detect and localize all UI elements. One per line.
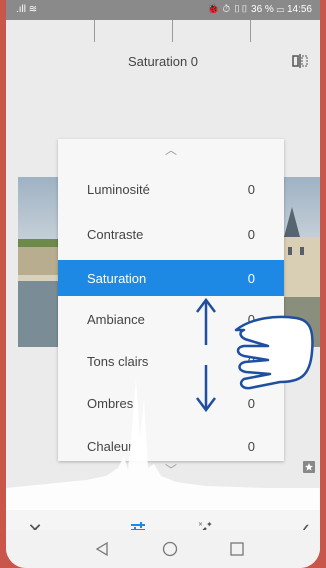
menu-item-value: 0 bbox=[247, 227, 255, 242]
bookmark-star-icon[interactable] bbox=[302, 460, 316, 474]
editor-screen: Saturation 0 ︿ Luminosité 0 Contraste 0 … bbox=[6, 20, 320, 550]
menu-item-label: Luminosité bbox=[87, 182, 150, 197]
crop-guide-line bbox=[94, 20, 95, 42]
system-navigation-bar bbox=[6, 530, 320, 568]
histogram bbox=[6, 378, 320, 518]
menu-item-contraste[interactable]: Contraste 0 bbox=[58, 216, 284, 252]
recents-square-icon[interactable] bbox=[228, 540, 246, 558]
home-circle-icon[interactable] bbox=[161, 540, 179, 558]
crop-guide-line bbox=[250, 20, 251, 42]
back-triangle-icon[interactable] bbox=[93, 540, 111, 558]
compare-split-icon[interactable] bbox=[292, 54, 308, 68]
adjustment-title: Saturation 0 bbox=[127, 54, 199, 69]
menu-item-value: 0 bbox=[247, 182, 255, 197]
menu-item-label: Saturation bbox=[87, 271, 147, 286]
signal-wifi-indicator: .ıll ≋ bbox=[16, 4, 38, 15]
crop-guide-line bbox=[172, 20, 173, 42]
menu-item-label: Contraste bbox=[87, 227, 144, 242]
menu-item-value: 0 bbox=[247, 271, 255, 286]
svg-text:✦: ✦ bbox=[206, 520, 213, 529]
photo-preview-left bbox=[18, 177, 63, 347]
status-indicators: 🐞 ⏱ ▯▯ 36 % ▭ 14:56 bbox=[207, 4, 312, 15]
phone-screen: .ıll ≋ 🐞 ⏱ ▯▯ 36 % ▭ 14:56 Saturation 0 bbox=[6, 0, 320, 568]
svg-text:×: × bbox=[198, 521, 203, 528]
menu-item-label: Ambiance bbox=[87, 312, 145, 327]
status-bar: .ıll ≋ 🐞 ⏱ ▯▯ 36 % ▭ 14:56 bbox=[6, 0, 320, 20]
menu-item-luminosite[interactable]: Luminosité 0 bbox=[58, 171, 284, 207]
chevron-up-icon: ︿ bbox=[164, 143, 177, 157]
